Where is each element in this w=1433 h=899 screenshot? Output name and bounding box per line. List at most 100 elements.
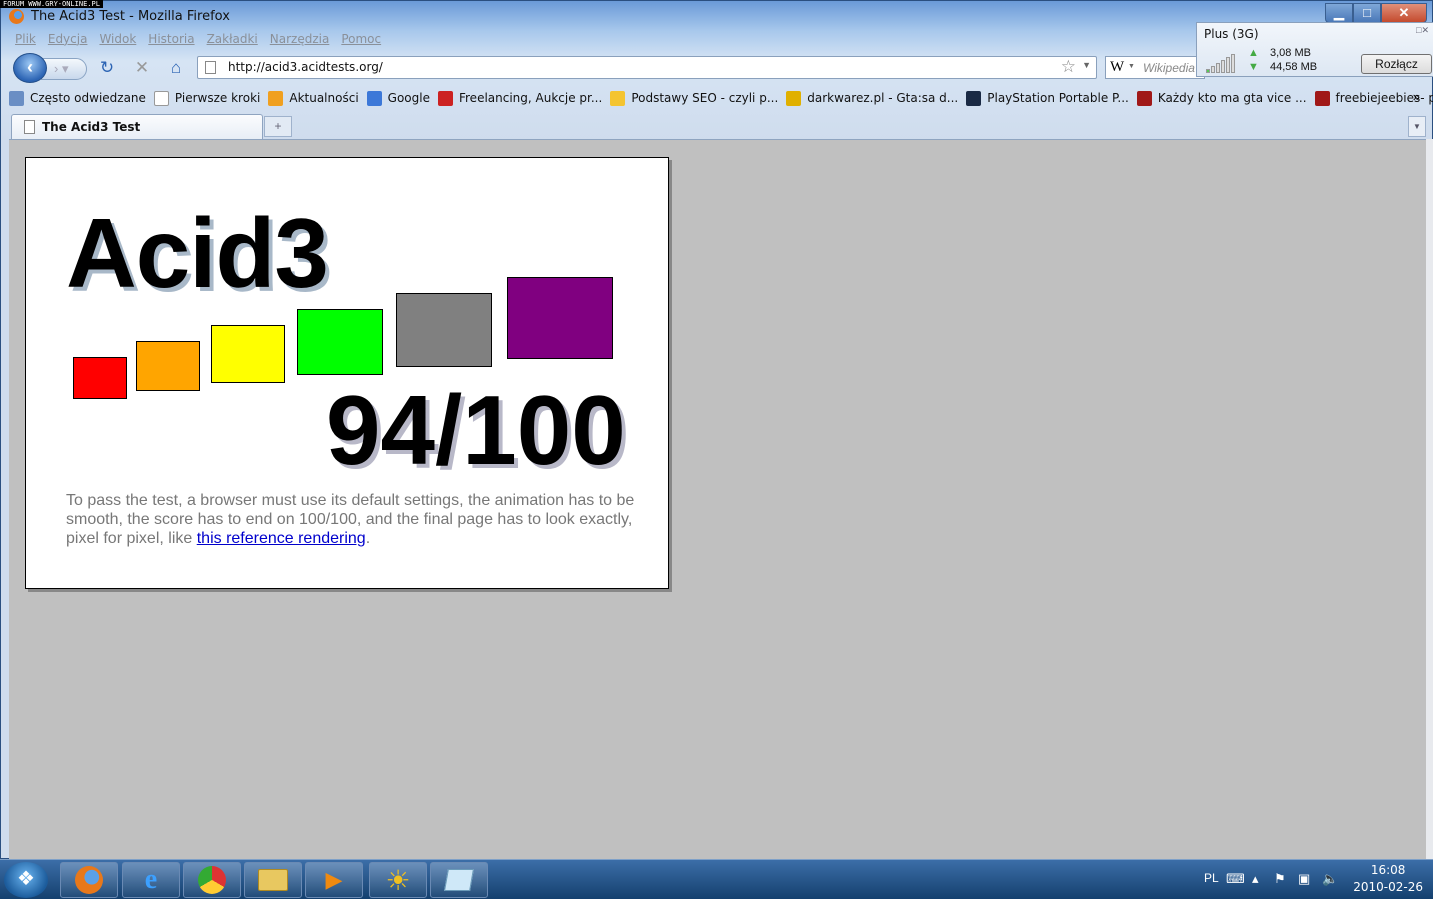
notepad-icon: [444, 869, 474, 891]
gray-box: [396, 293, 492, 367]
search-bar[interactable]: W ▼ Wikipedia: [1105, 56, 1205, 79]
new-tab-button[interactable]: +: [264, 116, 292, 137]
taskbar: ❖ e ▶ ☀ PL ⌨ ▴ ⚑ ▣ 🔈 16:08 2010-02-26: [0, 859, 1433, 899]
menu-plik[interactable]: Plik: [9, 32, 42, 46]
reload-icon[interactable]: ↻: [96, 58, 118, 78]
google-icon: [366, 90, 382, 106]
menu-widok[interactable]: Widok: [93, 32, 142, 46]
stop-icon[interactable]: ✕: [131, 58, 153, 78]
g-icon: [1314, 90, 1330, 106]
menu-historia[interactable]: Historia: [142, 32, 200, 46]
tray-expand-icon[interactable]: ▴: [1252, 871, 1259, 887]
taskbar-chrome[interactable]: [183, 862, 241, 898]
taskbar-firefox[interactable]: [60, 862, 118, 898]
acid3-description: To pass the test, a browser must use its…: [66, 492, 635, 547]
bookmark-item[interactable]: darkwarez.pl - Gta:sa d...: [786, 90, 958, 106]
home-icon[interactable]: ⌂: [165, 58, 187, 78]
clock-time: 16:08: [1370, 863, 1406, 877]
forum-watermark: FORUM WWW.GRY-ONLINE.PL: [0, 0, 103, 8]
url-text[interactable]: http://acid3.acidtests.org/: [228, 60, 383, 74]
start-button[interactable]: ❖: [4, 862, 48, 898]
minimize-button[interactable]: ▁: [1325, 3, 1353, 23]
most-visited-icon: [9, 90, 24, 106]
reference-rendering-link[interactable]: this reference rendering: [197, 530, 366, 547]
menu-pomoc[interactable]: Pomoc: [335, 32, 387, 46]
widget-controls-icon[interactable]: □✕: [1416, 25, 1429, 36]
language-indicator[interactable]: PL: [1204, 871, 1219, 885]
media-player-icon: ▶: [325, 867, 343, 892]
taskbar-notepad[interactable]: [430, 862, 488, 898]
bookmarks-overflow-icon[interactable]: »: [1413, 89, 1420, 104]
wikipedia-icon[interactable]: W: [1110, 59, 1124, 76]
g-icon: [1136, 90, 1152, 106]
page-icon: [24, 120, 35, 134]
bookmark-item[interactable]: Google: [366, 90, 430, 106]
ie-icon: e: [144, 864, 158, 895]
taskbar-explorer[interactable]: [244, 862, 302, 898]
chrome-icon: [198, 866, 226, 894]
bookmark-item[interactable]: Każdy kto ma gta vice ...: [1136, 90, 1307, 106]
page-icon: [205, 61, 216, 74]
yellow-box: [211, 325, 285, 383]
back-button[interactable]: ‹: [13, 53, 47, 83]
disconnect-button[interactable]: Rozłącz: [1361, 54, 1432, 74]
menu-zakladki[interactable]: Zakładki: [201, 32, 264, 46]
tab-strip: The Acid3 Test + ▼: [1, 111, 1432, 139]
orange-box: [136, 341, 200, 391]
connection-widget: Plus (3G) □✕ ▲ ▼ 3,08 MB 44,58 MB Rozłąc…: [1196, 22, 1433, 77]
upload-icon: ▲: [1248, 47, 1259, 59]
signal-strength-icon: [1206, 53, 1235, 73]
sun-icon: ☀: [385, 864, 411, 896]
bookmark-item[interactable]: Freelancing, Aukcje pr...: [437, 90, 602, 106]
bookmark-item[interactable]: Aktualności: [268, 90, 359, 106]
firefox-window: The Acid3 Test - Mozilla Firefox ▁ □ ✕ P…: [0, 0, 1433, 860]
maximize-button[interactable]: □: [1353, 3, 1381, 23]
url-dropdown-icon[interactable]: ▼: [1082, 60, 1091, 70]
clock-date: 2010-02-26: [1353, 880, 1423, 894]
list-all-tabs-icon[interactable]: ▼: [1408, 116, 1426, 137]
window-title: The Acid3 Test - Mozilla Firefox: [31, 9, 230, 24]
tab-acid3[interactable]: The Acid3 Test: [11, 114, 263, 139]
engine-dropdown-icon[interactable]: ▼: [1128, 63, 1135, 70]
received-bytes: 44,58 MB: [1270, 61, 1318, 73]
lime-box: [297, 309, 383, 375]
bookmark-item[interactable]: PlayStation Portable P...: [966, 90, 1129, 106]
action-center-flag-icon[interactable]: ⚑: [1274, 871, 1286, 887]
bookmarks-toolbar: Często odwiedzane Pierwsze kroki Aktualn…: [9, 89, 1433, 107]
acid3-score: 94/100: [326, 375, 626, 485]
bookmark-item[interactable]: Podstawy SEO - czyli p...: [610, 90, 778, 106]
connection-name: Plus (3G): [1204, 27, 1259, 41]
close-button[interactable]: ✕: [1381, 3, 1427, 23]
vertical-scrollbar[interactable]: [1426, 139, 1433, 860]
forward-button[interactable]: › ▾: [41, 58, 87, 80]
keyboard-icon[interactable]: ⌨: [1226, 871, 1245, 887]
bookmark-star-icon[interactable]: ☆: [1061, 57, 1076, 77]
download-icon: ▼: [1248, 61, 1259, 73]
sent-bytes: 3,08 MB: [1270, 47, 1311, 59]
menu-narzedzia[interactable]: Narzędzia: [264, 32, 336, 46]
clock[interactable]: 16:08 2010-02-26: [1353, 863, 1423, 894]
folder-icon: [258, 869, 288, 891]
volume-icon[interactable]: 🔈: [1322, 871, 1338, 887]
search-placeholder: Wikipedia: [1143, 61, 1195, 75]
taskbar-app-sun[interactable]: ☀: [369, 862, 427, 898]
firefox-icon: [75, 866, 103, 894]
menu-edycja[interactable]: Edycja: [42, 32, 94, 46]
acid3-heading: Acid3: [66, 198, 329, 308]
rss-icon: [268, 90, 284, 106]
purple-box: [507, 277, 613, 359]
taskbar-internet-explorer[interactable]: e: [122, 862, 180, 898]
url-bar[interactable]: http://acid3.acidtests.org/ ☆ ▼: [197, 56, 1097, 79]
page-icon: [153, 90, 169, 106]
acid3-test-panel: Acid3 94/100 To pass the test, a browser…: [25, 157, 669, 589]
firefox-icon[interactable]: [9, 9, 24, 24]
menu-bar: Plik Edycja Widok Historia Zakładki Narz…: [9, 32, 387, 46]
bookmark-item[interactable]: Często odwiedzane: [9, 90, 146, 106]
bookmark-item[interactable]: Pierwsze kroki: [153, 90, 260, 106]
seo-icon: [610, 90, 626, 106]
tab-title: The Acid3 Test: [42, 120, 141, 134]
psp-icon: [966, 90, 982, 106]
taskbar-media-player[interactable]: ▶: [305, 862, 363, 898]
page-content: Acid3 94/100 To pass the test, a browser…: [9, 139, 1426, 860]
network-icon[interactable]: ▣: [1298, 871, 1310, 887]
